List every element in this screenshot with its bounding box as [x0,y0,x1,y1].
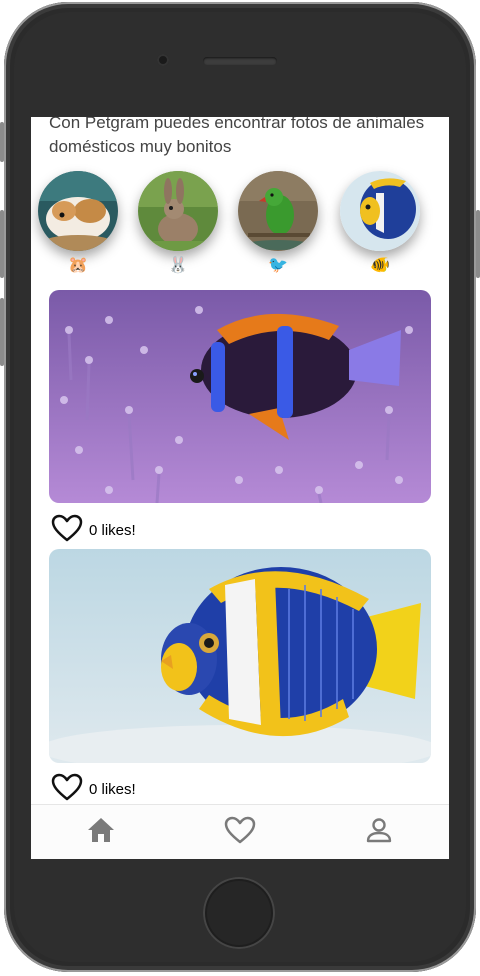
like-row: 0 likes! [51,773,136,805]
bottom-navbar [31,804,449,859]
volume-down-button [0,298,4,366]
photo-card-image[interactable] [49,549,431,763]
category-emoji: 🐠 [370,255,390,274]
home-button[interactable] [203,877,275,949]
nav-home[interactable] [81,815,121,849]
category-image-hamster [38,171,118,251]
nav-profile[interactable] [359,815,399,849]
like-count: 0 likes! [89,780,136,798]
user-icon [365,816,393,848]
nav-favorites[interactable] [220,815,260,849]
mute-switch [0,122,4,162]
heart-icon [224,816,256,848]
earpiece-speaker [203,57,277,65]
category-item-rabbit[interactable]: 🐰 [137,169,219,275]
photo-card-image[interactable] [49,290,431,503]
category-item-bird[interactable]: 🐦 [237,169,319,275]
like-count: 0 likes! [89,521,136,539]
heart-icon[interactable] [51,773,83,805]
app-screen: Con Petgram puedes encontrar fotos de an… [31,117,449,859]
category-list: 🐹 🐰 🐦 🐠 [31,169,449,287]
category-item-fish[interactable]: 🐠 [339,169,421,275]
category-emoji: 🐦 [268,255,288,274]
category-image-rabbit [138,171,218,251]
category-item-hamster[interactable]: 🐹 [37,169,119,275]
category-emoji: 🐹 [68,255,88,274]
category-image-bird [238,171,318,251]
like-row: 0 likes! [51,514,136,546]
home-icon [86,816,116,848]
front-camera [157,54,169,66]
category-emoji: 🐰 [168,255,188,274]
category-image-fish [340,171,420,251]
volume-up-button [0,210,4,278]
power-button [476,210,480,278]
intro-text: Con Petgram puedes encontrar fotos de an… [49,117,425,156]
heart-icon[interactable] [51,514,83,546]
